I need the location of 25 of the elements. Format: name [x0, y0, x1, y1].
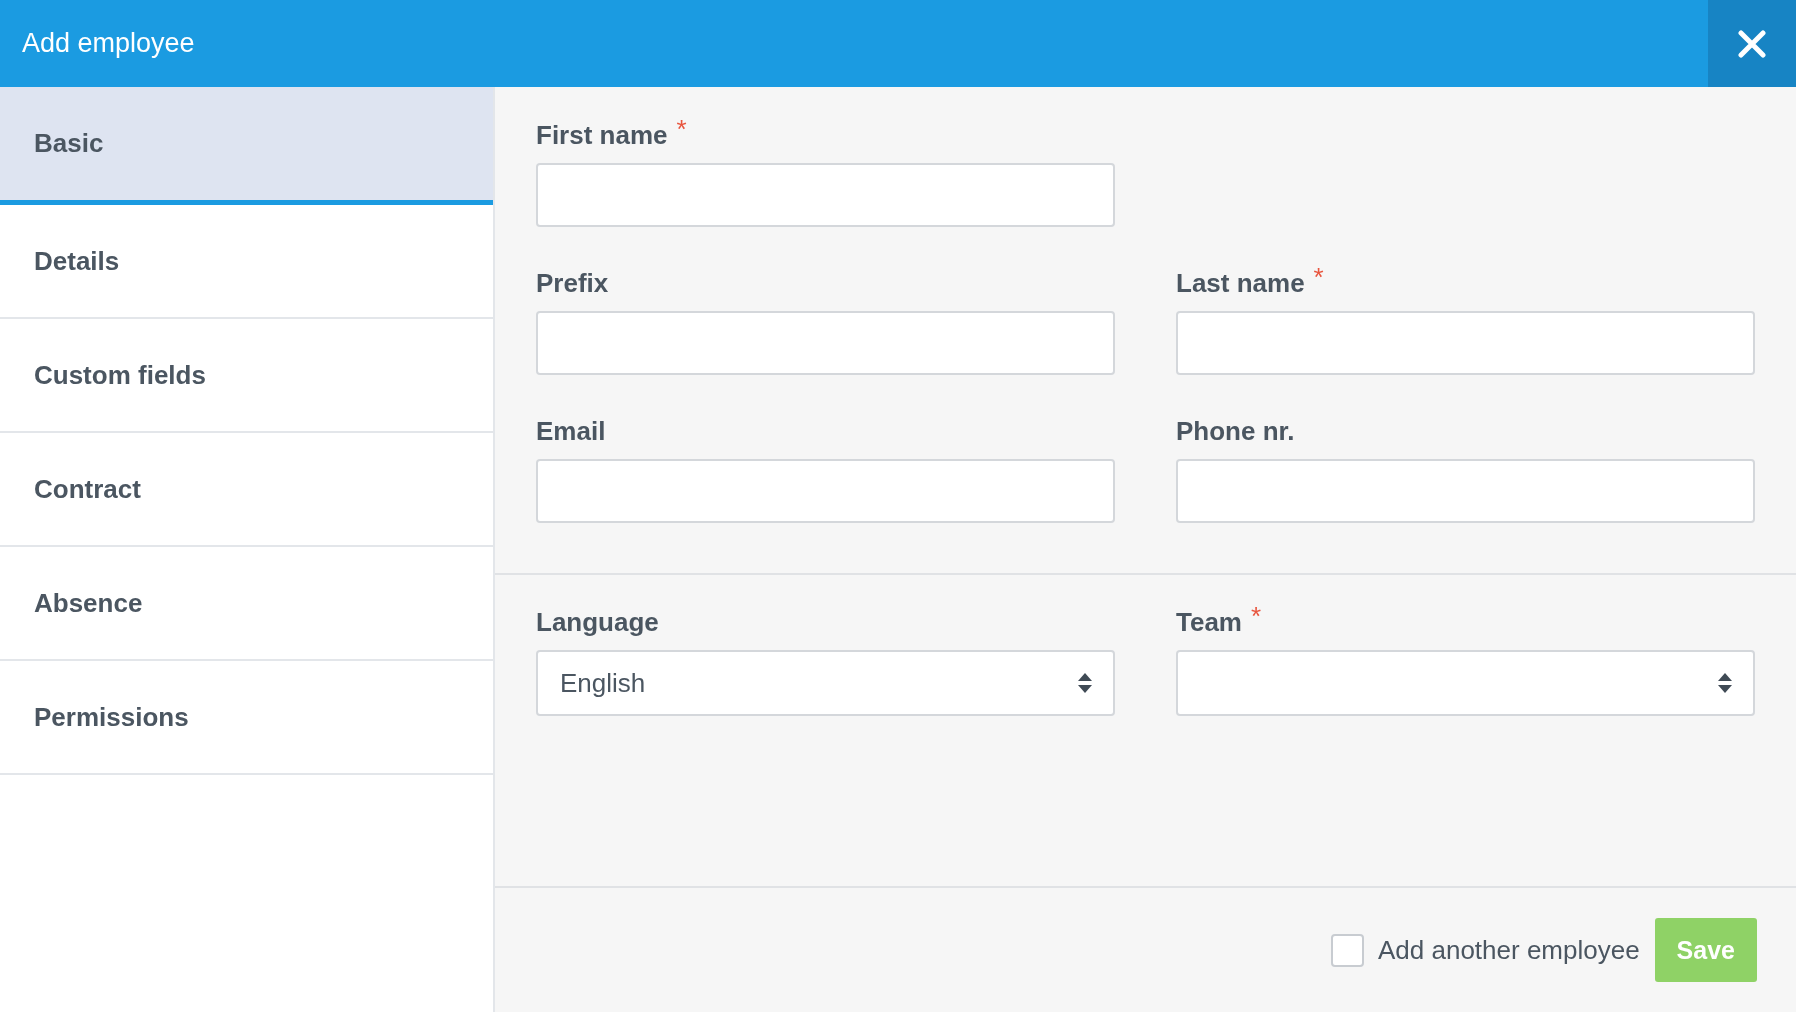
- text-input-field[interactable]: [536, 163, 1115, 227]
- sort-arrows-icon: [1717, 672, 1733, 694]
- required-mark: *: [1313, 267, 1324, 287]
- field-label: Prefix: [536, 267, 609, 299]
- text-input-field[interactable]: [536, 459, 1115, 523]
- field-label: Language: [536, 606, 659, 638]
- required-mark: *: [676, 119, 687, 139]
- checkbox[interactable]: [1331, 933, 1364, 967]
- sidebar-tab[interactable]: Basic: [0, 87, 493, 205]
- select-field[interactable]: [1176, 650, 1755, 716]
- field-label: Email: [536, 415, 606, 447]
- select-field[interactable]: English: [536, 650, 1115, 716]
- field-label: Last name: [1176, 267, 1305, 299]
- close-icon: [1738, 29, 1766, 58]
- text-input-field[interactable]: [536, 311, 1115, 375]
- required-mark: *: [1251, 606, 1262, 626]
- close-button[interactable]: [1708, 0, 1796, 87]
- text-input-field[interactable]: [1176, 311, 1755, 375]
- dialog-title: Add employee: [21, 28, 195, 59]
- checkbox-label: Add another employee: [1378, 934, 1640, 966]
- field-label: Team: [1176, 606, 1242, 638]
- text-input-field[interactable]: [1176, 459, 1755, 523]
- field-label: Phone nr.: [1176, 415, 1295, 447]
- field-label: First name: [536, 119, 668, 151]
- sort-arrows-icon: [1077, 672, 1093, 694]
